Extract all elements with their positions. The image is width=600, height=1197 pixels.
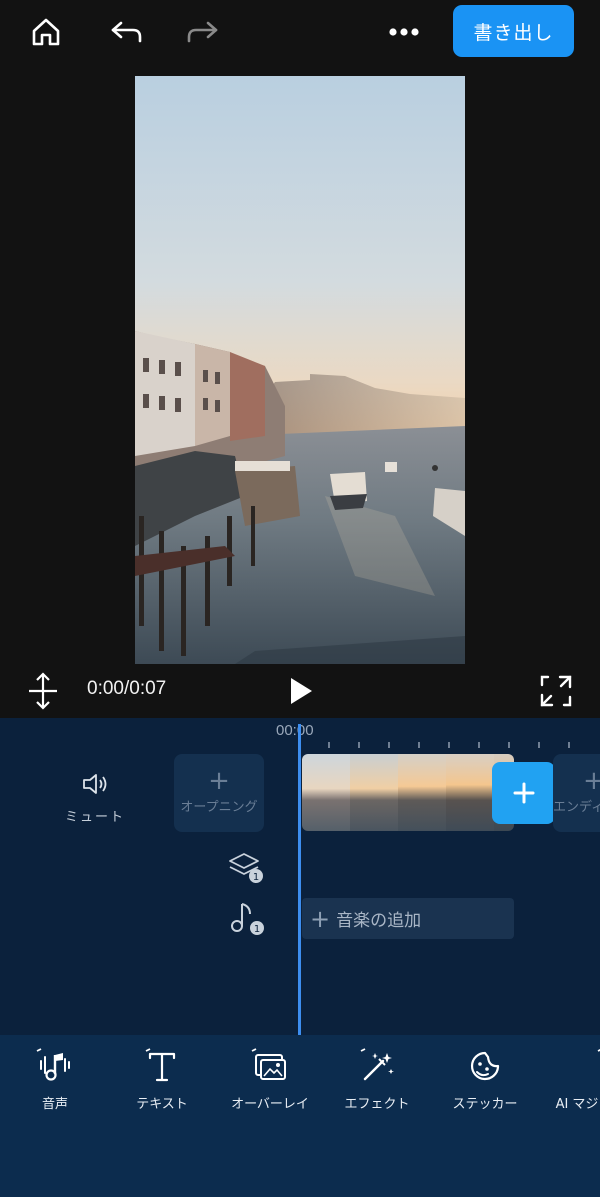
tool-sticker[interactable]: ステッカー: [435, 1047, 535, 1112]
tool-ai[interactable]: AI マジック: [540, 1047, 600, 1112]
tool-audio-label: 音声: [41, 1097, 68, 1112]
video-editor: 書き出し 0:00/0:07 00:00 ミュート + オープニング + エンデ…: [0, 0, 600, 1197]
timeline-tick: [328, 742, 330, 748]
effect-wand-icon: [360, 1048, 394, 1081]
tool-sticker-label: ステッカー: [452, 1097, 518, 1112]
video-clip[interactable]: [302, 754, 514, 831]
more-icon[interactable]: [378, 8, 430, 56]
timeline-tick: [568, 742, 570, 748]
add-music-label: 音楽の追加: [336, 911, 422, 931]
timeline-tick: [508, 742, 510, 748]
playhead[interactable]: [298, 724, 301, 1035]
plus-icon: +: [583, 766, 600, 796]
home-icon[interactable]: [20, 8, 72, 56]
clip-thumbnail: [446, 754, 494, 831]
timeline-tick: [538, 742, 540, 748]
video-frame[interactable]: [135, 76, 465, 664]
timeline-tick: [418, 742, 420, 748]
tool-overlay[interactable]: オーバーレイ: [220, 1047, 320, 1112]
speaker-icon: [83, 774, 107, 794]
clip-thumbnail: [302, 754, 350, 831]
add-clip-button[interactable]: [492, 762, 555, 824]
opening-label: オープニング: [180, 800, 258, 815]
plus-icon: [513, 782, 534, 804]
overlay-track-count: 1: [253, 872, 259, 883]
tool-audio[interactable]: 音声: [5, 1047, 105, 1112]
music-note-icon[interactable]: 1: [226, 898, 266, 938]
timeline-tick: [478, 742, 480, 748]
plus-icon: +: [310, 904, 331, 933]
overlay-icon: [251, 1048, 286, 1080]
playback-bar: 0:00/0:07: [0, 664, 600, 718]
fullscreen-icon[interactable]: [538, 673, 574, 709]
overlay-layers-icon[interactable]: 1: [226, 848, 266, 888]
video-preview: [0, 76, 600, 664]
clip-thumbnail: [350, 754, 398, 831]
tool-ai-label: AI マジック: [555, 1097, 600, 1112]
timeline-timestamp: 00:00: [276, 722, 314, 739]
tool-overlay-label: オーバーレイ: [231, 1097, 309, 1112]
tool-effect-label: エフェクト: [344, 1097, 410, 1112]
timeline: 00:00 ミュート + オープニング + エンディ 1 1 + 音楽の追加: [0, 718, 600, 1035]
export-button[interactable]: 書き出し: [453, 5, 574, 57]
audio-track-count: 1: [254, 924, 260, 935]
timeline-tick: [388, 742, 390, 748]
redo-icon[interactable]: [177, 8, 229, 56]
text-icon: [145, 1048, 176, 1082]
mute-label: ミュート: [64, 810, 125, 825]
mute-button[interactable]: ミュート: [62, 772, 128, 825]
tool-text-label: テキスト: [136, 1097, 188, 1112]
plus-icon: +: [208, 766, 230, 796]
tool-text[interactable]: テキスト: [112, 1047, 212, 1112]
audio-icon: [36, 1048, 70, 1081]
playback-time: 0:00/0:07: [87, 678, 167, 699]
add-music-button[interactable]: + 音楽の追加: [302, 898, 514, 939]
ending-label: エンディング: [553, 800, 600, 815]
undo-icon[interactable]: [100, 8, 152, 56]
sticker-icon: [470, 1051, 500, 1081]
ai-icon: [597, 1048, 600, 1052]
play-icon[interactable]: [286, 676, 316, 706]
clip-thumbnail: [398, 754, 446, 831]
add-opening-button[interactable]: + オープニング: [174, 754, 264, 832]
timeline-tick: [358, 742, 360, 748]
timeline-tick: [448, 742, 450, 748]
add-ending-button[interactable]: + エンディング: [553, 754, 600, 832]
tool-effect[interactable]: エフェクト: [327, 1047, 427, 1112]
bottom-toolbar: 音声 テキスト オーバーレイ エフェクト ステッカー AI マジ: [0, 1035, 600, 1197]
split-vertical-icon[interactable]: [26, 672, 60, 710]
top-bar: 書き出し: [0, 0, 600, 76]
